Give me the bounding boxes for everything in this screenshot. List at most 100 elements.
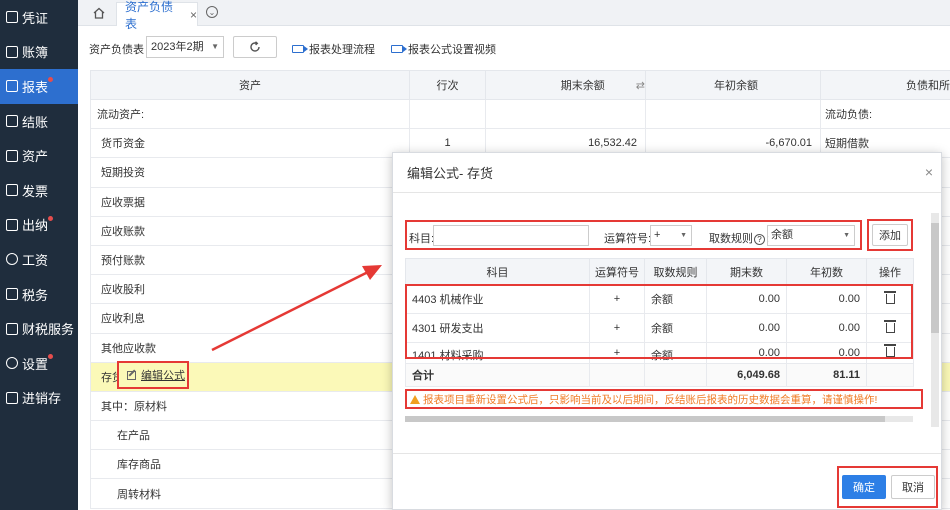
edit-formula-label: 编辑公式 [141, 370, 185, 382]
col-asset: 资产 [90, 70, 410, 100]
formula-video-link[interactable]: 报表公式设置视频 [391, 41, 496, 57]
fcol-op: 运算符号 [589, 258, 645, 285]
fcell-op: + [589, 313, 645, 343]
sidebar-item-7[interactable]: 工资 [0, 242, 78, 277]
sidebar-item-2[interactable]: 报表 [0, 69, 78, 104]
swap-icon[interactable]: ⇄ [636, 80, 645, 92]
refresh-button[interactable] [233, 36, 277, 58]
total-cell: 81.11 [786, 363, 867, 387]
add-button[interactable]: 添加 [872, 224, 908, 246]
chevron-down-icon[interactable]: ⌄ [206, 6, 218, 18]
horizontal-scrollbar[interactable] [405, 416, 913, 422]
dialog-title: 编辑公式- 存货 [407, 166, 493, 181]
sidebar-item-6[interactable]: 出纳 [0, 208, 78, 243]
service-icon [6, 322, 18, 335]
process-link-label: 报表处理流程 [309, 44, 375, 56]
caret-down-icon: ▼ [843, 232, 850, 239]
edit-formula-link[interactable]: 编辑公式 [117, 361, 189, 389]
close-icon[interactable]: × [925, 164, 933, 180]
formula-table: 科目 运算符号 取数规则 期末数 年初数 操作 4403 机械作业 + 余额 0.00… [405, 258, 914, 387]
dialog-header: 编辑公式- 存货 × [393, 153, 941, 193]
col-end-balance[interactable]: 期末余额 ⇄ [485, 70, 646, 100]
fcell-subject: 4301 研发支出 [405, 313, 590, 343]
sidebar-item-5[interactable]: 发票 [0, 173, 78, 208]
subject-input[interactable] [433, 225, 589, 246]
asset-icon [6, 149, 18, 162]
fcell-rule: 余额 [644, 284, 707, 314]
sidebar-item-10[interactable]: 设置 [0, 346, 78, 381]
fcol-end: 期末数 [706, 258, 787, 285]
fcell-end: 0.00 [706, 313, 787, 343]
vertical-scrollbar[interactable] [931, 213, 939, 427]
fcell-op: + [589, 284, 645, 314]
trash-icon[interactable] [883, 291, 896, 304]
sidebar-item-label: 出纳 [22, 218, 49, 234]
home-icon[interactable] [92, 6, 106, 20]
fcell-end: 0.00 [706, 342, 787, 364]
fcell-subject: 1401 材料采购 [405, 342, 590, 364]
sidebar-item-label: 税务 [22, 287, 49, 303]
cell-name: 货币资金 [90, 128, 410, 159]
edit-formula-dialog: 编辑公式- 存货 × 科目: 运算符号: + ▼ 取数规则?: 余额 ▼ 添加 … [392, 152, 942, 510]
process-link[interactable]: 报表处理流程 [292, 41, 375, 57]
operator-select[interactable]: + ▼ [650, 225, 692, 246]
table-row[interactable]: 流动资产: 流动负债: [90, 98, 950, 130]
sidebar-item-11[interactable]: 进销存 [0, 381, 78, 416]
tax-icon [6, 288, 18, 301]
cell-name: 应收账款 [90, 215, 410, 246]
voucher-icon [6, 11, 18, 24]
formula-row[interactable]: 4403 机械作业 + 余额 0.00 0.00 [405, 284, 914, 314]
rule-label: 取数规则?: [709, 230, 769, 246]
sidebar-item-1[interactable]: 账簿 [0, 35, 78, 70]
formula-row[interactable]: 4301 研发支出 + 余额 0.00 0.00 [405, 313, 914, 343]
total-cell [589, 363, 645, 387]
col-begin-balance: 年初余额 [645, 70, 821, 100]
scroll-thumb[interactable] [405, 416, 885, 422]
rule-label-text: 取数规则 [709, 233, 753, 245]
add-button-highlight: 添加 [867, 219, 913, 251]
sidebar-item-label: 资产 [22, 149, 49, 165]
period-select[interactable]: 2023年2期 ▼ [146, 36, 224, 58]
salary-icon [6, 253, 18, 266]
col-end-balance-label: 期末余额 [560, 80, 605, 92]
fcell-begin: 0.00 [786, 342, 867, 364]
cell-name: 其他应收款 [90, 332, 410, 363]
invoice-icon [6, 184, 18, 197]
tab-close-icon[interactable]: × [190, 8, 197, 22]
video-icon [391, 45, 407, 53]
cell-name: 短期投资 [90, 157, 410, 188]
sidebar-item-label: 财税服务 [22, 322, 75, 338]
sidebar-item-label: 结账 [22, 114, 49, 130]
help-icon[interactable]: ? [754, 234, 765, 245]
trash-icon[interactable] [883, 320, 896, 333]
cell-name: 库存商品 [90, 449, 410, 480]
settings-icon [6, 357, 18, 370]
period-value: 2023年2期 [151, 41, 204, 53]
cell-name: 应收票据 [90, 186, 410, 217]
cell-name: 其中：原材料 [90, 390, 410, 422]
total-cell [644, 363, 707, 387]
formula-row[interactable]: 1401 材料采购 + 余额 0.00 0.00 [405, 342, 914, 364]
ok-button[interactable]: 确定 [842, 475, 886, 499]
sidebar-item-0[interactable]: 凭证 [0, 0, 78, 35]
footer-buttons-highlight: 确定 取消 [837, 466, 938, 508]
warning-message: 报表项目重新设置公式后，只影响当前及以后期间，反结账后报表的历史数据会重算，请谨… [405, 389, 923, 409]
inventory-icon [6, 391, 18, 404]
rule-select[interactable]: 余额 ▼ [767, 225, 855, 246]
cancel-button[interactable]: 取消 [891, 475, 935, 499]
caret-down-icon: ▼ [211, 42, 219, 51]
sidebar-item-9[interactable]: 财税服务 [0, 311, 78, 346]
sidebar-item-4[interactable]: 资产 [0, 138, 78, 173]
tab-balance-sheet[interactable]: 资产负债表 × [116, 0, 198, 31]
sidebar-item-3[interactable]: 结账 [0, 104, 78, 139]
total-cell: 合计 [405, 363, 590, 387]
fcell-rule: 余额 [644, 313, 707, 343]
sidebar-item-label: 报表 [22, 79, 49, 95]
subject-label: 科目: [409, 233, 435, 245]
sidebar-item-label: 账簿 [22, 45, 49, 61]
total-cell: 6,049.68 [706, 363, 787, 387]
refresh-icon [250, 41, 260, 52]
trash-icon[interactable] [883, 344, 896, 357]
scroll-thumb[interactable] [931, 223, 939, 333]
sidebar-item-8[interactable]: 税务 [0, 277, 78, 312]
